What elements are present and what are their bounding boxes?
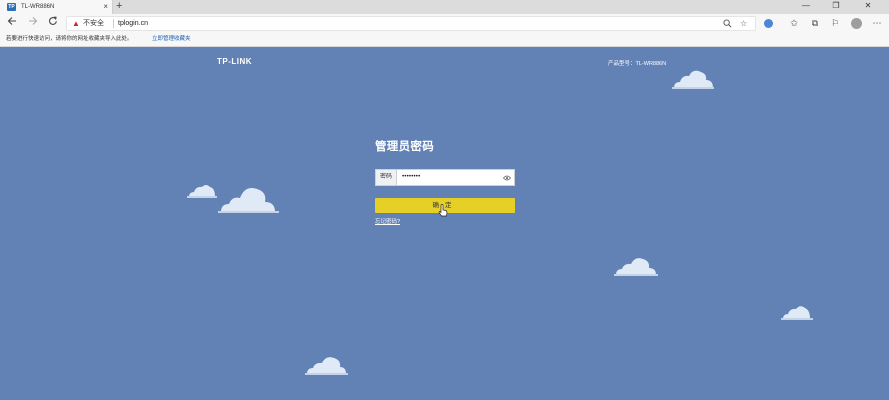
cloud-icon (614, 258, 658, 276)
new-tab-button[interactable]: + (116, 0, 122, 13)
password-field-row: 密码 •••••••• (375, 169, 515, 186)
feedback-icon[interactable]: ⚐ (827, 14, 843, 33)
password-input[interactable]: •••••••• (402, 170, 497, 185)
router-login-page: TP-LINK 产品型号：TL-WR886N 管理员密码 密码 ••••••••… (0, 48, 889, 400)
navigation-bar: ▲ 不安全 tplogin.cn ☆ ✩ ⧉ ⚐ ⋯ (0, 14, 889, 33)
favorites-bar-message: 若要进行快速访问，请将你的网址收藏夹导入此处。 (6, 36, 133, 42)
warning-icon[interactable]: ▲ (72, 19, 80, 29)
cloud-icon (781, 306, 813, 320)
url-text[interactable]: tplogin.cn (118, 19, 148, 29)
tab-close-icon[interactable]: × (103, 2, 108, 12)
close-window-button[interactable]: ✕ (854, 0, 882, 12)
minimize-button[interactable]: — (792, 0, 820, 12)
cloud-icon (672, 70, 714, 89)
more-options-icon[interactable]: ⋯ (869, 14, 885, 33)
favorites-icon[interactable]: ✩ (786, 14, 802, 33)
address-bar[interactable]: ▲ 不安全 tplogin.cn ☆ (66, 16, 756, 31)
collections-icon[interactable]: ⧉ (807, 14, 823, 33)
forgot-password-link[interactable]: 忘记密码? (375, 217, 400, 225)
star-icon[interactable]: ☆ (740, 17, 747, 30)
hand-cursor-icon (438, 204, 448, 217)
favorites-bar: 若要进行快速访问，请将你的网址收藏夹导入此处。 立即管理收藏夹 (0, 33, 889, 47)
tp-link-favicon-icon: TP (7, 3, 16, 11)
cloud-icon (305, 357, 348, 375)
back-icon[interactable] (3, 14, 21, 33)
eye-icon[interactable] (500, 170, 513, 185)
security-status[interactable]: 不安全 (83, 19, 104, 29)
password-label: 密码 (376, 170, 397, 185)
address-divider (113, 19, 114, 28)
tab-bar: TP TL-WR886N × + — ❐ ✕ (0, 0, 889, 14)
tab-title: TL-WR886N (21, 4, 55, 10)
profile-icon[interactable] (851, 18, 862, 29)
maximize-button[interactable]: ❐ (822, 0, 850, 12)
browser-tab[interactable]: TP TL-WR886N × (0, 0, 113, 14)
cloud-icon (218, 188, 279, 213)
cloud-icon (187, 185, 217, 198)
manage-favorites-link[interactable]: 立即管理收藏夹 (152, 35, 191, 44)
search-icon[interactable] (723, 17, 732, 32)
extension-icon[interactable] (764, 19, 773, 28)
tp-link-logo: TP-LINK (217, 57, 253, 66)
login-title: 管理员密码 (375, 141, 434, 153)
product-model: 产品型号：TL-WR886N (608, 61, 667, 67)
forward-icon[interactable] (24, 14, 42, 33)
refresh-icon[interactable] (44, 14, 62, 33)
